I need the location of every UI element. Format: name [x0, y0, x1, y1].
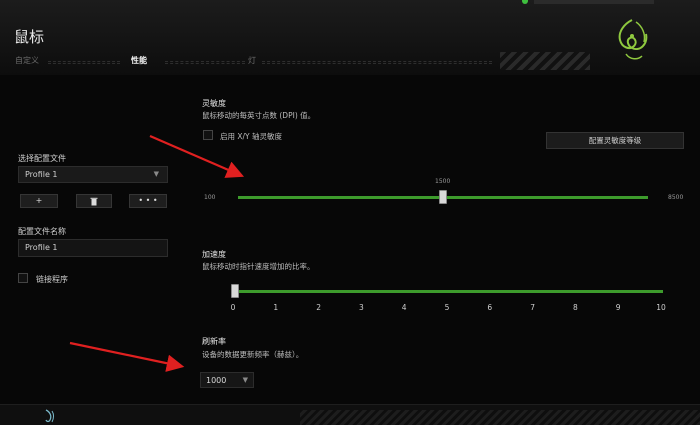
annotation-arrow-polling — [69, 341, 185, 372]
acceleration-title: 加速度 — [202, 250, 226, 259]
sensitivity-slider-thumb[interactable] — [439, 190, 447, 204]
link-program-checkbox[interactable] — [18, 273, 28, 283]
add-icon: + — [35, 196, 43, 205]
profile-name-label: 配置文件名称 — [18, 227, 66, 236]
header-decoration — [500, 52, 590, 70]
acceleration-tick-label: 3 — [359, 303, 364, 312]
xy-sensitivity-checkbox[interactable] — [203, 130, 213, 140]
acceleration-tick-label: 7 — [530, 303, 535, 312]
polling-rate-select[interactable]: 1000 ▼ — [200, 372, 254, 388]
trash-icon — [90, 197, 98, 206]
acceleration-slider-thumb[interactable] — [231, 284, 239, 298]
configure-sensitivity-button[interactable]: 配置灵敏度等级 — [546, 132, 684, 149]
link-program-label: 链接程序 — [36, 275, 68, 284]
status-bar — [534, 0, 654, 4]
acceleration-tick-label: 9 — [615, 303, 621, 312]
acceleration-tick-label: 4 — [401, 303, 407, 312]
tab-divider — [262, 61, 492, 64]
acceleration-tick-label: 1 — [273, 303, 279, 312]
polling-rate-title: 刷新率 — [202, 337, 226, 346]
acceleration-tick-label: 5 — [444, 303, 450, 312]
chevron-down-icon: ▼ — [153, 170, 159, 178]
acceleration-tick-label: 10 — [656, 303, 666, 312]
acceleration-tick-label: 0 — [230, 303, 236, 312]
tab-performance[interactable]: 性能 — [131, 55, 147, 66]
profile-name-input[interactable]: Profile 1 — [18, 239, 168, 257]
page-title: 鼠标 — [14, 28, 45, 46]
footer-decoration — [300, 410, 700, 425]
profile-select-value: Profile 1 — [25, 170, 58, 179]
acceleration-description: 鼠标移动时指针速度增加的比率。 — [202, 262, 315, 271]
razer-logo-icon — [618, 19, 648, 60]
tab-divider — [165, 61, 245, 64]
more-options-button[interactable]: • • • — [129, 194, 167, 208]
sensitivity-description: 鼠标移动的每英寸点数 (DPI) 值。 — [202, 111, 316, 120]
polling-rate-description: 设备的数据更新频率（赫兹）。 — [202, 350, 304, 359]
more-icon: • • • — [138, 196, 158, 205]
razer-small-logo-icon — [45, 409, 54, 423]
acceleration-slider-track[interactable] — [233, 290, 663, 293]
delete-profile-button[interactable] — [76, 194, 112, 208]
add-profile-button[interactable]: + — [20, 194, 58, 208]
polling-rate-value: 1000 — [206, 376, 227, 385]
xy-sensitivity-label: 启用 X/Y 轴灵敏度 — [220, 132, 283, 141]
profile-select-label: 选择配置文件 — [18, 154, 66, 163]
tab-lighting[interactable]: 灯 — [248, 55, 256, 66]
acceleration-tick-label: 8 — [573, 303, 578, 312]
chevron-down-icon: ▼ — [242, 376, 248, 384]
sensitivity-min-label: 100 — [204, 194, 216, 201]
sensitivity-value-label: 1500 — [435, 178, 451, 185]
profile-select[interactable]: Profile 1 ▼ — [18, 166, 168, 183]
acceleration-tick-label: 6 — [487, 303, 493, 312]
tab-customize[interactable]: 自定义 — [15, 55, 39, 66]
tab-divider — [48, 61, 120, 64]
sensitivity-title: 灵敏度 — [202, 99, 226, 108]
acceleration-tick-label: 2 — [316, 303, 321, 312]
sensitivity-max-label: 8500 — [668, 194, 684, 201]
